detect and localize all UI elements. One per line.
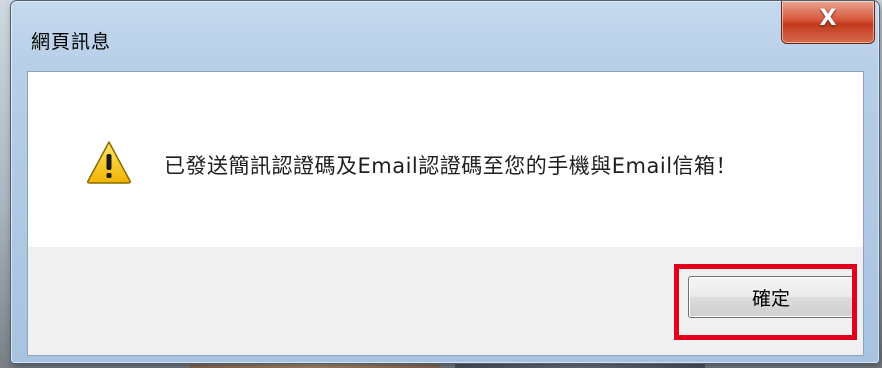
message-text: 已發送簡訊認證碼及Email認證碼至您的手機與Email信箱！ xyxy=(164,154,738,178)
ok-button[interactable]: 確定 xyxy=(688,276,854,318)
dialog-body: 已發送簡訊認證碼及Email認證碼至您的手機與Email信箱！ 確定 xyxy=(27,71,864,356)
warning-icon xyxy=(87,141,131,184)
message-dialog: 網頁訊息 X 已發送簡訊認證碼及Email認證碼至您的手機與Email信箱！ 確… xyxy=(10,0,880,364)
message-area: 已發送簡訊認證碼及Email認證碼至您的手機與Email信箱！ xyxy=(28,72,863,247)
title-bar[interactable]: 網頁訊息 xyxy=(11,1,879,71)
close-icon: X xyxy=(819,6,837,31)
dialog-title: 網頁訊息 xyxy=(31,31,112,53)
close-button[interactable]: X xyxy=(781,1,875,44)
